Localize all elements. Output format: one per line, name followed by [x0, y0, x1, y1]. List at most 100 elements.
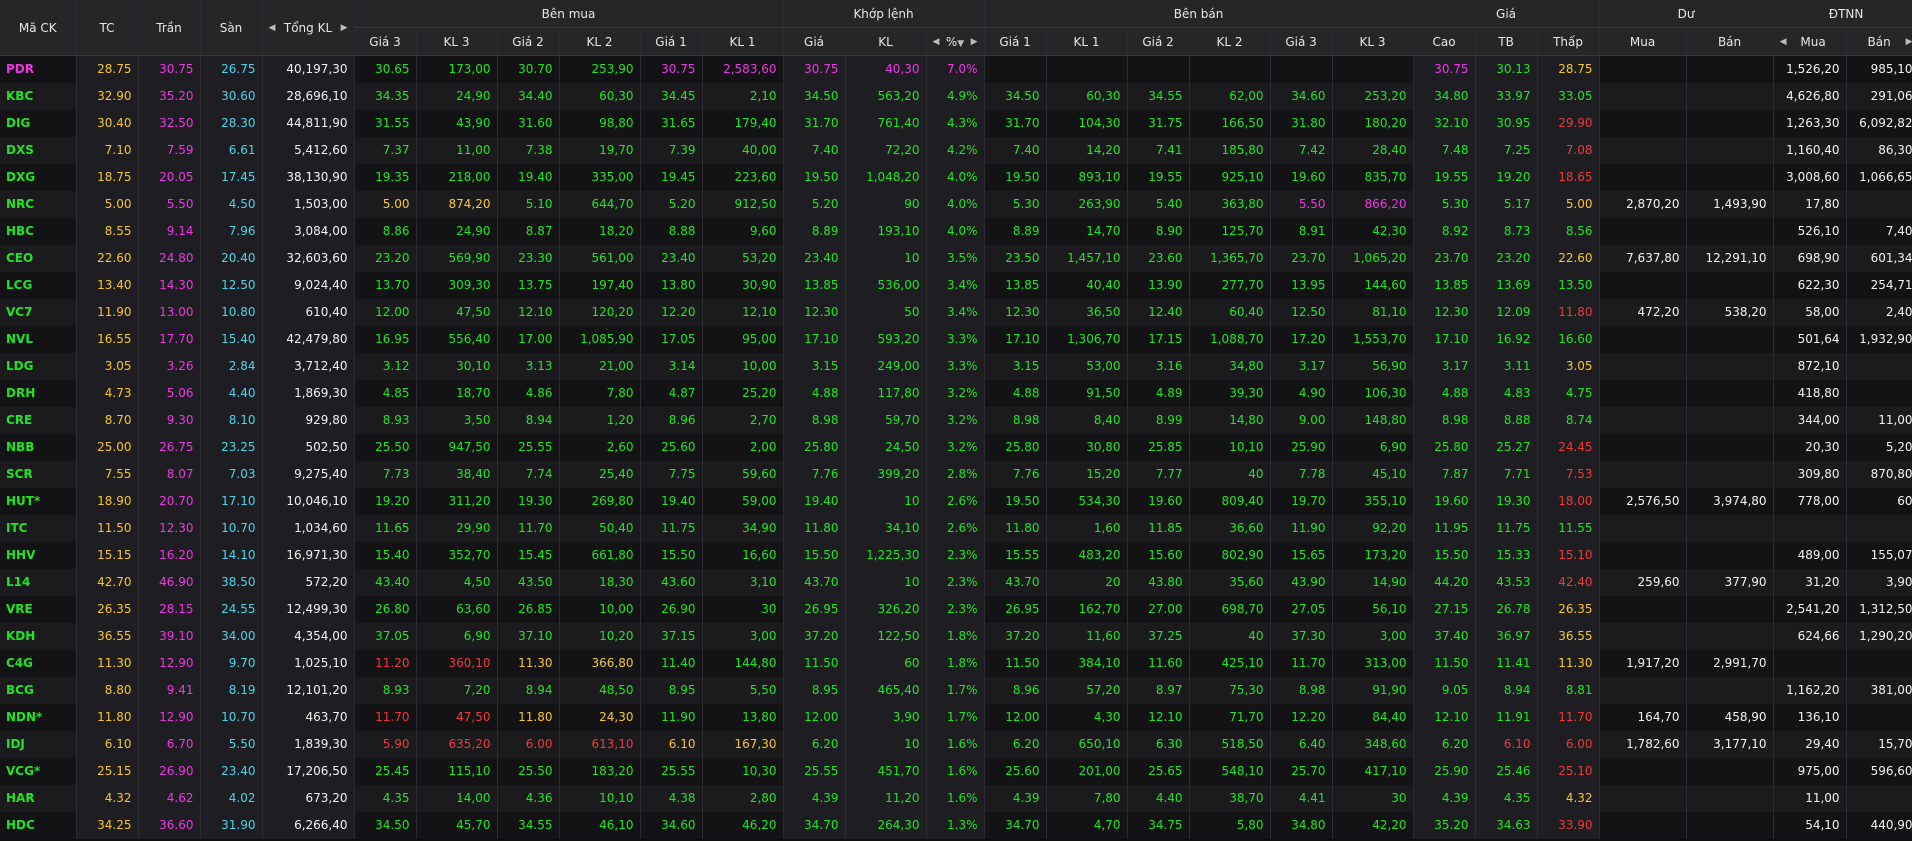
- table-row[interactable]: CEO 22.60 24.80 20.40 32,603,60 23.20 569,90 23…: [0, 244, 1912, 272]
- col-buy-gia2[interactable]: Giá 2: [497, 27, 560, 56]
- table-row[interactable]: C4G 11.30 12.90 9.70 1,025,10 11.20 360,10 11.3…: [0, 649, 1912, 677]
- col-buy-kl1[interactable]: KL 1: [702, 27, 784, 56]
- arrow-left-icon[interactable]: ◀: [1780, 37, 1787, 47]
- cell-sym[interactable]: LDG: [0, 352, 77, 380]
- cell-sym[interactable]: HHV: [0, 541, 77, 569]
- cell-sym[interactable]: HUT*: [0, 487, 77, 515]
- cell-sym[interactable]: VC7: [0, 298, 77, 326]
- col-du-ban[interactable]: Bán: [1686, 27, 1774, 56]
- cell-sym[interactable]: BCG: [0, 676, 77, 704]
- arrow-right-icon[interactable]: ▶: [971, 37, 978, 47]
- col-match-kl[interactable]: KL: [845, 27, 927, 56]
- arrow-right-icon[interactable]: ▶: [341, 23, 348, 33]
- col-san[interactable]: Sàn: [200, 0, 263, 56]
- table-row[interactable]: VCG* 25.15 26.90 23.40 17,206,50 25.45 115,10 2…: [0, 757, 1912, 785]
- table-row[interactable]: HAR 4.32 4.62 4.02 673,20 4.35 14,00 4.36 10,10 4…: [0, 784, 1912, 812]
- cell-tb: 26.78: [1475, 595, 1538, 623]
- cell-sym[interactable]: CRE: [0, 406, 77, 434]
- cell-sym[interactable]: VCG*: [0, 757, 77, 785]
- table-row[interactable]: VRE 26.35 28.15 24.55 12,499,30 26.80 63,60 26.…: [0, 595, 1912, 623]
- cell-sym[interactable]: CEO: [0, 244, 77, 272]
- table-row[interactable]: CRE 8.70 9.30 8.10 929,80 8.93 3,50 8.94 1,20 8.9…: [0, 406, 1912, 434]
- cell-kk: 563,20: [845, 82, 927, 110]
- table-row[interactable]: BCG 8.80 9.41 8.19 12,101,20 8.93 7,20 8.94 48,5…: [0, 676, 1912, 704]
- cell-sym[interactable]: PDR: [0, 55, 77, 83]
- cell-sym[interactable]: C4G: [0, 649, 77, 677]
- table-row[interactable]: IDJ 6.10 6.70 5.50 1,839,30 5.90 635,20 6.00 613…: [0, 730, 1912, 758]
- cell-sym[interactable]: NDN*: [0, 703, 77, 731]
- table-row[interactable]: L14 42.70 46.90 38.50 572,20 43.40 4,50 43.50 18…: [0, 568, 1912, 596]
- col-tb[interactable]: TB: [1475, 27, 1538, 56]
- cell-sym[interactable]: SCR: [0, 460, 77, 488]
- cell-sym[interactable]: HDC: [0, 811, 77, 839]
- cell-sym[interactable]: VRE: [0, 595, 77, 623]
- col-tran[interactable]: Trần: [138, 0, 201, 56]
- col-thap[interactable]: Thấp: [1537, 27, 1600, 56]
- col-tc[interactable]: TC: [76, 0, 139, 56]
- col-buy-kl3[interactable]: KL 3: [416, 27, 498, 56]
- table-row[interactable]: VC7 11.90 13.00 10.80 610,40 12.00 47,50 12.10 1…: [0, 298, 1912, 326]
- cell-bk1: 144,80: [702, 649, 784, 677]
- cell-sym[interactable]: HBC: [0, 217, 77, 245]
- cell-sym[interactable]: DIG: [0, 109, 77, 137]
- cell-tran: 20.70: [138, 487, 201, 515]
- table-row[interactable]: DXS 7.10 7.59 6.61 5,412,60 7.37 11,00 7.38 19,7…: [0, 136, 1912, 164]
- col-match-pct[interactable]: ◀ %▼ ▶: [926, 27, 985, 56]
- col-sell-kl2[interactable]: KL 2: [1189, 27, 1271, 56]
- cell-sym[interactable]: IDJ: [0, 730, 77, 758]
- arrow-left-icon[interactable]: ◀: [269, 23, 276, 33]
- col-sell-kl3[interactable]: KL 3: [1332, 27, 1414, 56]
- table-row[interactable]: NDN* 11.80 12.90 10.70 463,70 11.70 47,50 11.80…: [0, 703, 1912, 731]
- col-sell-kl1[interactable]: KL 1: [1046, 27, 1128, 56]
- arrow-left-icon[interactable]: ◀: [933, 37, 940, 47]
- table-row[interactable]: HUT* 18.90 20.70 17.10 10,046,10 19.20 311,20 1…: [0, 487, 1912, 515]
- table-row[interactable]: NBB 25.00 26.75 23.25 502,50 25.50 947,50 25.55…: [0, 433, 1912, 461]
- table-row[interactable]: DXG 18.75 20.05 17.45 38,130,90 19.35 218,00 19…: [0, 163, 1912, 191]
- cell-nb: 870,80: [1846, 460, 1912, 488]
- cell-sym[interactable]: NVL: [0, 325, 77, 353]
- col-sell-gia3[interactable]: Giá 3: [1270, 27, 1333, 56]
- table-row[interactable]: HHV 15.15 16.20 14.10 16,971,30 15.40 352,70 15…: [0, 541, 1912, 569]
- col-ma-ck[interactable]: Mã CK: [0, 0, 77, 56]
- table-row[interactable]: DIG 30.40 32.50 28.30 44,811,90 31.55 43,90 31.…: [0, 109, 1912, 137]
- col-sell-gia1[interactable]: Giá 1: [984, 27, 1047, 56]
- col-sell-gia2[interactable]: Giá 2: [1127, 27, 1190, 56]
- arrow-right-icon[interactable]: ▶: [1906, 37, 1912, 47]
- cell-sym[interactable]: ITC: [0, 514, 77, 542]
- col-nn-mua[interactable]: ◀ Mua: [1773, 27, 1847, 56]
- table-row[interactable]: DRH 4.73 5.06 4.40 1,869,30 4.85 18,70 4.86 7,80…: [0, 379, 1912, 407]
- table-row[interactable]: LCG 13.40 14.30 12.50 9,024,40 13.70 309,30 13.…: [0, 271, 1912, 299]
- cell-sg2: 25.65: [1127, 757, 1190, 785]
- col-buy-gia1[interactable]: Giá 1: [640, 27, 703, 56]
- cell-sym[interactable]: NBB: [0, 433, 77, 461]
- col-tong-kl[interactable]: ◀ Tổng KL ▶: [262, 0, 355, 56]
- table-row[interactable]: NVL 16.55 17.70 15.40 42,479,80 16.95 556,40 17…: [0, 325, 1912, 353]
- cell-tb: 11.41: [1475, 649, 1538, 677]
- table-row[interactable]: LDG 3.05 3.26 2.84 3,712,40 3.12 30,10 3.13 21,0…: [0, 352, 1912, 380]
- cell-sym[interactable]: DXS: [0, 136, 77, 164]
- cell-sym[interactable]: NRC: [0, 190, 77, 218]
- table-row[interactable]: PDR 28.75 30.75 26.75 40,197,30 30.65 173,00 30…: [0, 55, 1912, 83]
- col-buy-kl2[interactable]: KL 2: [559, 27, 641, 56]
- col-match-gia[interactable]: Giá: [783, 27, 846, 56]
- cell-sym[interactable]: HAR: [0, 784, 77, 812]
- cell-tc: 5.00: [76, 190, 139, 218]
- cell-sym[interactable]: DXG: [0, 163, 77, 191]
- table-row[interactable]: HDC 34.25 36.60 31.90 6,266,40 34.50 45,70 34.5…: [0, 811, 1912, 839]
- cell-sym[interactable]: KDH: [0, 622, 77, 650]
- table-row[interactable]: NRC 5.00 5.50 4.50 1,503,00 5.00 874,20 5.10 644…: [0, 190, 1912, 218]
- table-row[interactable]: SCR 7.55 8.07 7.03 9,275,40 7.73 38,40 7.74 25,4…: [0, 460, 1912, 488]
- cell-sym[interactable]: L14: [0, 568, 77, 596]
- col-nn-ban[interactable]: Bán ▶: [1846, 27, 1912, 56]
- col-buy-gia3[interactable]: Giá 3: [354, 27, 417, 56]
- table-row[interactable]: HBC 8.55 9.14 7.96 3,084,00 8.86 24,90 8.87 18,2…: [0, 217, 1912, 245]
- col-cao[interactable]: Cao: [1413, 27, 1476, 56]
- cell-sym[interactable]: KBC: [0, 82, 77, 110]
- table-row[interactable]: KBC 32.90 35.20 30.60 28,696,10 34.35 24,90 34.…: [0, 82, 1912, 110]
- table-row[interactable]: ITC 11.50 12.30 10.70 1,034,60 11.65 29,90 11.7…: [0, 514, 1912, 542]
- table-row[interactable]: KDH 36.55 39.10 34.00 4,354,00 37.05 6,90 37.10…: [0, 622, 1912, 650]
- col-du-mua[interactable]: Mua: [1599, 27, 1687, 56]
- cell-sym[interactable]: DRH: [0, 379, 77, 407]
- cell-sym[interactable]: LCG: [0, 271, 77, 299]
- cell-dm: [1599, 514, 1687, 542]
